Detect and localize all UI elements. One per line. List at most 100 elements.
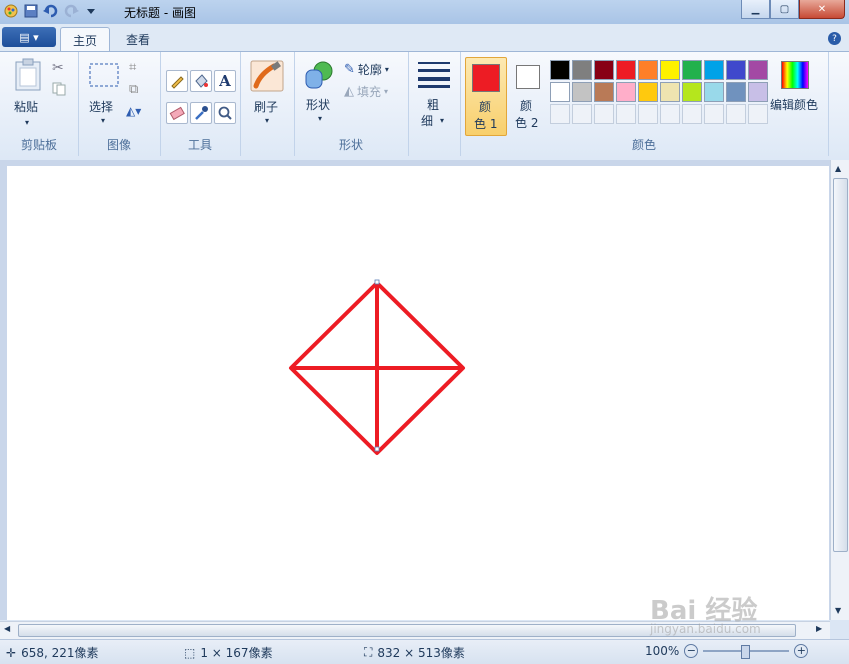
- color1-button[interactable]: 颜 色 1: [465, 57, 507, 136]
- outline-dropdown-icon: ▾: [384, 64, 389, 74]
- outline-button[interactable]: ✎ 轮廓 ▾: [344, 60, 404, 78]
- palette-swatch[interactable]: [572, 60, 592, 80]
- scroll-down-arrow-icon[interactable]: ▼: [835, 606, 841, 615]
- palette-swatch[interactable]: [638, 104, 658, 124]
- palette-swatch[interactable]: [594, 104, 614, 124]
- palette-swatch[interactable]: [726, 60, 746, 80]
- palette-swatch[interactable]: [748, 104, 768, 124]
- color2-label-line1: 颜: [520, 99, 533, 113]
- edit-colors-button[interactable]: 编辑颜色: [770, 58, 826, 118]
- status-bar: ✛ 658, 221像素 ⬚ 1 × 167像素 ⛶ 832 × 513像素 1…: [0, 639, 849, 664]
- copy-icon[interactable]: [52, 82, 66, 99]
- palette-swatch[interactable]: [726, 104, 746, 124]
- shapes-dropdown-icon: ▾: [318, 114, 323, 123]
- shapes-button[interactable]: 形状 ▾: [300, 58, 340, 128]
- vertical-scrollbar[interactable]: ▲ ▼: [830, 160, 849, 620]
- size-button[interactable]: 粗 细 ▾: [414, 60, 454, 130]
- palette-swatch[interactable]: [616, 104, 636, 124]
- palette-swatch[interactable]: [594, 60, 614, 80]
- paint-app-icon[interactable]: [2, 2, 20, 20]
- crop-icon[interactable]: ⌗: [129, 60, 136, 75]
- palette-swatch[interactable]: [660, 82, 680, 102]
- fill-button[interactable]: ◭ 填充 ▾: [344, 82, 404, 100]
- selection-size: ⬚ 1 × 167像素: [184, 644, 273, 661]
- palette-swatch[interactable]: [704, 104, 724, 124]
- fill-label: 填充: [357, 84, 382, 99]
- group-size: 粗 细 ▾: [408, 52, 461, 156]
- palette-swatch[interactable]: [638, 82, 658, 102]
- minimize-button[interactable]: ▁: [741, 0, 770, 19]
- group-image: 选择 ▾ ⌗ ⧉ ◭▾ 图像: [78, 52, 161, 156]
- cut-icon[interactable]: ✂: [52, 60, 64, 76]
- drawing-svg: [289, 279, 465, 455]
- clipboard-group-label: 剪贴板: [20, 138, 57, 152]
- eraser-icon[interactable]: [166, 102, 188, 124]
- zoom-out-icon[interactable]: −: [684, 644, 699, 658]
- palette-swatch[interactable]: [550, 60, 570, 80]
- fill-bucket-small-icon: ◭: [344, 83, 354, 99]
- text-tool-icon[interactable]: A: [214, 70, 236, 92]
- tab-view[interactable]: 查看: [114, 27, 162, 51]
- palette-swatch[interactable]: [748, 82, 768, 102]
- palette-swatch[interactable]: [704, 82, 724, 102]
- palette-swatch[interactable]: [660, 60, 680, 80]
- zoom-slider-thumb[interactable]: [741, 645, 751, 659]
- palette-swatch[interactable]: [572, 104, 592, 124]
- palette-swatch[interactable]: [682, 82, 702, 102]
- brushes-dropdown-icon: ▾: [265, 116, 270, 125]
- color2-button[interactable]: 颜 色 2: [510, 57, 546, 134]
- brushes-label: 刷子: [254, 100, 279, 114]
- drawn-diamond-shape: [289, 281, 465, 455]
- palette-swatch[interactable]: [616, 82, 636, 102]
- customize-qat-icon[interactable]: [82, 2, 100, 20]
- palette-swatch[interactable]: [682, 60, 702, 80]
- redo-icon[interactable]: [62, 2, 80, 20]
- pencil-icon[interactable]: [166, 70, 188, 92]
- palette-swatch[interactable]: [594, 82, 614, 102]
- undo-icon[interactable]: [42, 2, 60, 20]
- palette-swatch[interactable]: [550, 82, 570, 102]
- color1-label-line1: 颜: [479, 100, 492, 114]
- shapes-icon: [305, 61, 333, 89]
- paste-label: 粘贴: [14, 100, 39, 114]
- palette-swatch[interactable]: [616, 60, 636, 80]
- magnifier-icon[interactable]: [214, 102, 236, 124]
- paste-button[interactable]: 粘贴 ▾: [8, 56, 48, 130]
- palette-swatch[interactable]: [638, 60, 658, 80]
- zoom-in-icon[interactable]: +: [794, 644, 809, 658]
- size-dropdown-icon: ▾: [440, 116, 445, 125]
- maximize-button[interactable]: ▢: [770, 0, 799, 19]
- tab-home[interactable]: 主页: [60, 27, 111, 52]
- help-icon[interactable]: ?: [828, 32, 841, 45]
- canvas-size-text: 832 × 513像素: [377, 646, 465, 660]
- select-button[interactable]: 选择 ▾: [86, 60, 122, 130]
- rotate-icon[interactable]: ◭▾: [126, 104, 141, 118]
- palette-swatch[interactable]: [682, 104, 702, 124]
- save-icon[interactable]: [22, 2, 40, 20]
- fill-bucket-icon[interactable]: [190, 70, 212, 92]
- palette-swatch[interactable]: [748, 60, 768, 80]
- resize-icon[interactable]: ⧉: [129, 82, 138, 97]
- selection-handle-top[interactable]: [374, 279, 380, 285]
- color-picker-icon[interactable]: [190, 102, 212, 124]
- palette-swatch[interactable]: [550, 104, 570, 124]
- paste-dropdown-icon: ▾: [25, 118, 30, 127]
- select-dropdown-icon: ▾: [101, 116, 106, 125]
- close-button[interactable]: ✕: [799, 0, 845, 19]
- vertical-scroll-thumb[interactable]: [833, 178, 848, 552]
- drawing-canvas[interactable]: [7, 166, 829, 620]
- scroll-up-arrow-icon[interactable]: ▲: [835, 164, 841, 173]
- zoom-slider[interactable]: [703, 645, 790, 659]
- palette-swatch[interactable]: [704, 60, 724, 80]
- palette-swatch[interactable]: [660, 104, 680, 124]
- scroll-right-arrow-icon[interactable]: ▶: [816, 624, 822, 633]
- palette-swatch[interactable]: [726, 82, 746, 102]
- color-palette: [550, 60, 770, 124]
- size-label-line2: 细: [421, 114, 434, 128]
- scroll-left-arrow-icon[interactable]: ◀: [4, 624, 10, 633]
- brushes-button[interactable]: 刷子 ▾: [248, 58, 288, 128]
- selection-handle-bottom[interactable]: [374, 446, 380, 452]
- palette-swatch[interactable]: [572, 82, 592, 102]
- file-menu-button[interactable]: ▤ ▾: [2, 27, 56, 47]
- cursor-position-text: 658, 221像素: [21, 646, 99, 660]
